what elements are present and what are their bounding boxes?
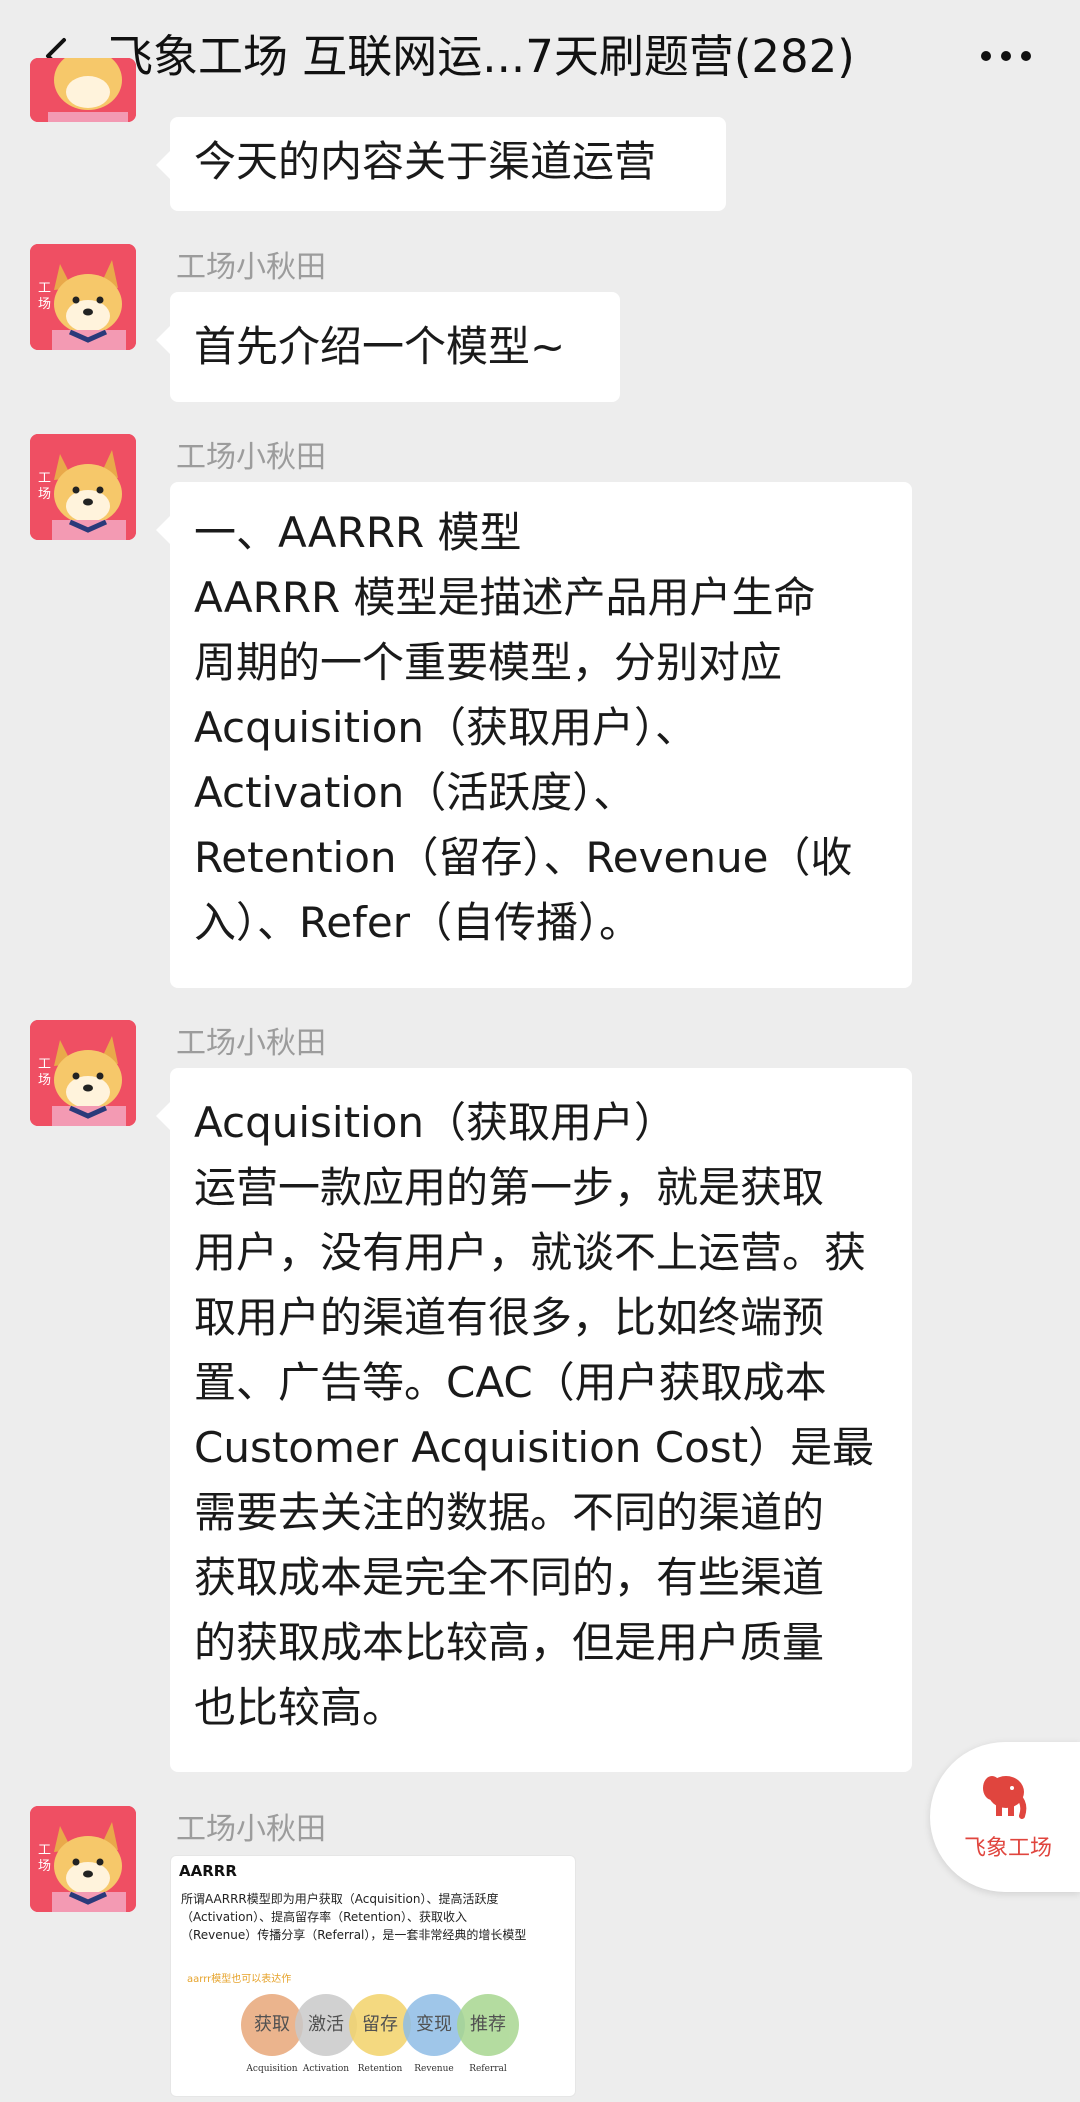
message-line: Acquisition（获取用户）	[194, 1098, 677, 1147]
message-line: 一、AARRR 模型	[194, 508, 522, 557]
message-line: 取用户的渠道有很多，比如终端预	[194, 1293, 825, 1342]
message-line: Retention（留存）、Revenue（收	[194, 833, 853, 882]
stage-circle-retention: 留存	[349, 1994, 411, 2056]
shiba-avatar-icon: 工 场	[30, 434, 136, 540]
stage-label: Retention	[357, 2064, 403, 2074]
svg-text:场: 场	[38, 487, 51, 502]
sender-avatar[interactable]	[30, 58, 136, 122]
svg-text:工: 工	[38, 281, 51, 296]
svg-text:场: 场	[38, 1073, 51, 1088]
svg-text:工: 工	[38, 471, 51, 486]
more-options-icon[interactable]	[976, 44, 1036, 68]
message-line: 获取成本是完全不同的，有些渠道	[194, 1553, 825, 1602]
svg-text:场: 场	[38, 1859, 51, 1874]
message-line: 也比较高。	[194, 1683, 405, 1732]
svg-text:场: 场	[38, 297, 51, 312]
image-note: aarrr模型也可以表达作	[187, 1974, 292, 1985]
message-line: Acquisition（获取用户）、	[194, 703, 698, 752]
message-line: 需要去关注的数据。不同的渠道的	[194, 1488, 825, 1537]
image-title: AARRR	[179, 1862, 237, 1880]
message-bubble[interactable]: Acquisition（获取用户） 运营一款应用的第一步，就是获取 用户，没有用…	[156, 1068, 912, 1772]
image-desc-line: （Activation）、提高留存率（Retention）、获取收入	[181, 1910, 467, 1924]
stage-circle-activation: 激活	[295, 1994, 357, 2056]
message-bubble[interactable]: 今天的内容关于渠道运营	[156, 117, 726, 211]
message-line: 用户，没有用户，就谈不上运营。获	[194, 1228, 867, 1277]
message-line: 运营一款应用的第一步，就是获取	[194, 1163, 825, 1212]
message-line: AARRR 模型是描述产品用户生命	[194, 573, 816, 622]
message-line: 首先介绍一个模型~	[194, 322, 566, 371]
message-line: Activation（活跃度）、	[194, 768, 636, 817]
message-line: Customer Acquisition Cost）是最	[194, 1423, 875, 1472]
stage-label: Acquisition	[246, 2064, 298, 2074]
image-message[interactable]: AARRR 所谓AARRR模型即为用户获取（Acquisition）、提高活跃度…	[170, 1855, 576, 2097]
floating-brand-button[interactable]: 飞象工场	[930, 1742, 1080, 1892]
stage-label: Revenue	[414, 2064, 454, 2074]
message-bubble[interactable]: 首先介绍一个模型~	[156, 292, 620, 402]
message-line: 置、广告等。CAC（用户获取成本	[194, 1358, 827, 1407]
message-line: 入）、Refer（自传播）。	[194, 898, 642, 947]
stage-label: Activation	[302, 2064, 350, 2074]
message-line: 今天的内容关于渠道运营	[194, 137, 657, 186]
sender-avatar[interactable]: 工 场	[30, 434, 136, 540]
sender-avatar[interactable]: 工 场	[30, 244, 136, 350]
sender-avatar[interactable]: 工 场	[30, 1806, 136, 1912]
stage-circle-referral: 推荐	[457, 1994, 519, 2056]
chat-header: 飞象工场 互联网运...7天刷题营(282)	[0, 0, 1080, 112]
shiba-avatar-icon: 工 场	[30, 1806, 136, 1912]
stage-circle-acquisition: 获取	[241, 1994, 303, 2056]
shiba-avatar-icon: 工 场	[30, 244, 136, 350]
sender-name: 工场小秋田	[176, 250, 326, 285]
stage-label: Referral	[469, 2064, 507, 2074]
sender-name: 工场小秋田	[176, 440, 326, 475]
sender-avatar[interactable]: 工 场	[30, 1020, 136, 1126]
image-desc-line: （Revenue）传播分享（Referral），是一套非常经典的增长模型	[181, 1928, 527, 1942]
svg-text:工: 工	[38, 1843, 51, 1858]
elephant-icon	[983, 1776, 1027, 1819]
image-description: 所谓AARRR模型即为用户获取（Acquisition）、提高活跃度 （Acti…	[181, 1890, 571, 1944]
shiba-avatar-icon: 工 场	[30, 1020, 136, 1126]
image-desc-line: 所谓AARRR模型即为用户获取（Acquisition）、提高活跃度	[181, 1892, 499, 1906]
message-bubble[interactable]: 一、AARRR 模型 AARRR 模型是描述产品用户生命 周期的一个重要模型，分…	[156, 482, 912, 988]
message-line: 的获取成本比较高，但是用户质量	[194, 1618, 825, 1667]
chat-title: 飞象工场 互联网运...7天刷题营(282)	[108, 30, 855, 83]
message-line: 周期的一个重要模型，分别对应	[194, 638, 783, 687]
sender-name: 工场小秋田	[176, 1812, 326, 1847]
svg-text:工: 工	[38, 1057, 51, 1072]
brand-label: 飞象工场	[963, 1836, 1052, 1861]
stage-circle-revenue: 变现	[403, 1994, 465, 2056]
sender-name: 工场小秋田	[176, 1026, 326, 1061]
